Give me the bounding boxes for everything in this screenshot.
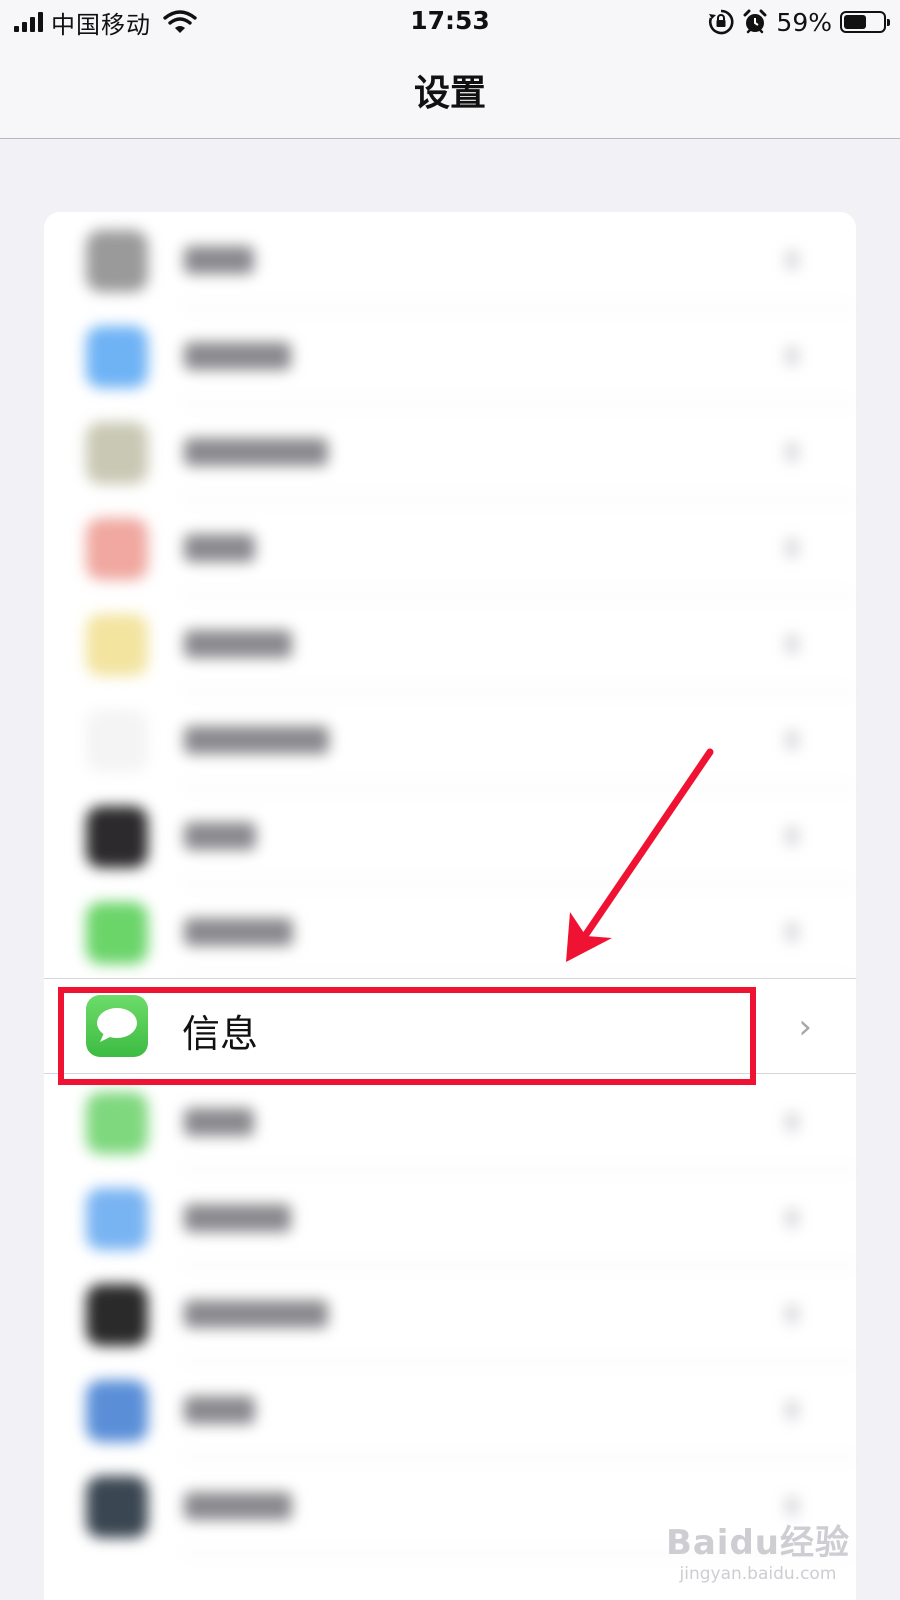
settings-row[interactable]: [44, 308, 856, 404]
blurred-label: [184, 1204, 291, 1232]
navigation-bar: 设置: [0, 46, 900, 139]
blurred-label: [184, 822, 256, 850]
blurred-app-icon: [86, 1380, 148, 1442]
annotation-arrow-icon: [566, 748, 714, 962]
settings-row[interactable]: [44, 1362, 856, 1458]
blurred-app-icon: [86, 1284, 148, 1346]
blurred-label: [184, 918, 293, 946]
blurred-app-icon: [86, 1092, 148, 1154]
blurred-label: [184, 1492, 292, 1520]
settings-row[interactable]: [44, 1170, 856, 1266]
chevron-right-icon: [786, 538, 798, 558]
page-title: 设置: [413, 73, 486, 114]
chevron-right-icon: [786, 442, 798, 462]
chevron-right-icon: [786, 1304, 798, 1324]
watermark-logo: Baidu经验: [665, 1523, 850, 1563]
highlight-box: [58, 987, 756, 1085]
settings-row[interactable]: [44, 404, 856, 500]
blurred-label: [184, 1300, 328, 1328]
battery-percent: 59%: [776, 7, 832, 37]
blurred-app-icon: [86, 902, 148, 964]
chevron-right-icon: [786, 346, 798, 366]
chevron-right-icon: [786, 1400, 798, 1420]
blurred-app-icon: [86, 1476, 148, 1538]
blurred-app-icon: [86, 518, 148, 580]
blurred-app-icon: [86, 806, 148, 868]
chevron-right-icon: [786, 1496, 798, 1516]
chevron-right-icon: [786, 1208, 798, 1228]
blurred-label: [184, 1108, 254, 1136]
settings-row[interactable]: [44, 500, 856, 596]
settings-row[interactable]: [44, 1266, 856, 1362]
chevron-right-icon: [786, 634, 798, 654]
blurred-app-icon: [86, 422, 148, 484]
settings-row[interactable]: [44, 212, 856, 308]
blurred-app-icon: [86, 230, 148, 292]
alarm-icon: [743, 9, 767, 34]
battery-fill: [844, 15, 867, 29]
chevron-right-icon: [786, 826, 798, 846]
status-right: 59%: [708, 6, 890, 38]
blurred-label: [184, 438, 328, 466]
settings-row[interactable]: [44, 1074, 856, 1170]
watermark: Baidu经验 jingyan.baidu.com: [666, 1515, 850, 1584]
blurred-label: [184, 726, 329, 754]
settings-row[interactable]: [44, 596, 856, 692]
blurred-app-icon: [86, 326, 148, 388]
chevron-right-icon: [786, 250, 798, 270]
blurred-label: [184, 1396, 255, 1424]
battery-icon: [840, 11, 890, 33]
blurred-app-icon: [86, 614, 148, 676]
blurred-label: [184, 342, 291, 370]
chevron-right-icon: [786, 922, 798, 942]
blurred-label: [184, 246, 254, 274]
blurred-label: [184, 534, 255, 562]
chevron-right-icon: ›: [798, 1007, 812, 1047]
orientation-lock-icon: [709, 9, 734, 35]
chevron-right-icon: [786, 1112, 798, 1132]
blurred-label: [184, 630, 292, 658]
blurred-app-icon: [86, 1188, 148, 1250]
status-bar: 中国移动 17:53 59%: [0, 0, 900, 46]
chevron-right-icon: [786, 730, 798, 750]
blurred-app-icon: [86, 710, 148, 772]
watermark-url: jingyan.baidu.com: [679, 1564, 837, 1584]
